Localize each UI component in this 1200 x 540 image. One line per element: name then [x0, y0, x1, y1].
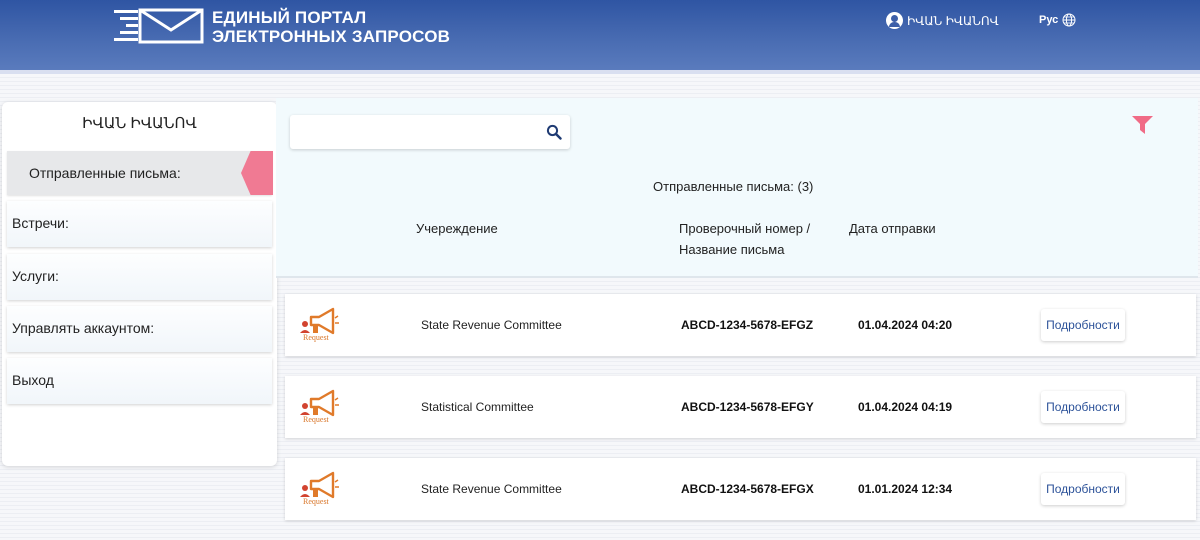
search-box: [290, 115, 570, 149]
request-label: Request: [303, 415, 329, 424]
top-header: ЕДИНЫЙ ПОРТАЛ ЭЛЕКТРОННЫХ ЗАПРОСОВ ԻՎԱՆ …: [0, 0, 1200, 70]
row-institution: Statistical Committee: [421, 400, 534, 414]
table-row: Request Statistical Committee ABCD-1234-…: [285, 376, 1196, 438]
table-row: Request State Revenue Committee ABCD-123…: [285, 294, 1196, 356]
globe-icon: [1062, 13, 1076, 27]
row-date: 01.04.2024 04:20: [858, 318, 953, 332]
brand-line-1: ЕДИНЫЙ ПОРТАЛ: [212, 8, 367, 27]
letters-count-title: Отправленные письма: (3): [653, 179, 814, 194]
row-code: ABCD-1234-5678-EFGY: [681, 400, 814, 414]
column-header-date: Дата отправки: [849, 221, 936, 236]
language-label: Рус: [1039, 14, 1059, 26]
column-header-institution: Учереждение: [416, 221, 498, 236]
column-header-code-line1: Проверочный номер /: [679, 221, 811, 236]
column-header-code-line2: Название письма: [679, 242, 785, 257]
sidebar-item-label: Услуги:: [12, 268, 59, 284]
portal-brand[interactable]: ЕДИНЫЙ ПОРТАЛ ЭЛЕКТРОННЫХ ЗАПРОСОВ: [212, 8, 450, 46]
row-institution: State Revenue Committee: [421, 482, 562, 496]
sidebar-item-sent-letters[interactable]: Отправленные письма:: [7, 151, 273, 195]
row-code: ABCD-1234-5678-EFGX: [681, 482, 814, 496]
sidebar-item-meetings[interactable]: Встречи:: [7, 201, 272, 247]
row-date: 01.01.2024 12:34: [858, 482, 953, 496]
filter-icon[interactable]: [1132, 116, 1153, 134]
details-button[interactable]: Подробности: [1041, 309, 1125, 341]
row-code: ABCD-1234-5678-EFGZ: [681, 318, 814, 332]
user-menu[interactable]: ԻՎԱՆ ԻՎԱՆՈՎ: [886, 12, 999, 29]
sidebar-item-label: Выход: [12, 372, 54, 388]
envelope-logo-icon[interactable]: [112, 6, 204, 46]
language-switcher[interactable]: Рус: [1039, 13, 1076, 27]
sidebar-user-name: ԻՎԱՆ ԻՎԱՆՈՎ: [82, 115, 197, 132]
sidebar-item-logout[interactable]: Выход: [7, 358, 272, 404]
brand-line-2: ЭЛЕКТРОННЫХ ЗАПРОСОВ: [212, 27, 451, 46]
header-user-name: ԻՎԱՆ ԻՎԱՆՈՎ: [907, 13, 999, 28]
column-header-code: Проверочный номер / Название письма: [679, 218, 810, 260]
sidebar-item-services[interactable]: Услуги:: [7, 254, 272, 300]
sidebar-item-label: Встречи:: [12, 215, 69, 231]
table-row: Request State Revenue Committee ABCD-123…: [285, 458, 1196, 520]
details-button[interactable]: Подробности: [1041, 473, 1125, 505]
active-indicator: [241, 151, 273, 195]
request-label: Request: [303, 333, 329, 342]
sidebar-item-label: Управлять аккаунтом:: [12, 320, 155, 336]
sidebar: ԻՎԱՆ ԻՎԱՆՈՎ Отправленные письма: Встречи…: [2, 102, 277, 466]
sidebar-item-manage-account[interactable]: Управлять аккаунтом:: [7, 306, 272, 352]
row-institution: State Revenue Committee: [421, 318, 562, 332]
sidebar-item-label: Отправленные письма:: [29, 165, 181, 181]
request-label: Request: [303, 497, 329, 506]
row-date: 01.04.2024 04:19: [858, 400, 953, 414]
search-input[interactable]: [290, 115, 540, 149]
details-button[interactable]: Подробности: [1041, 391, 1125, 423]
search-icon[interactable]: [546, 124, 562, 140]
user-avatar-icon: [886, 12, 903, 29]
